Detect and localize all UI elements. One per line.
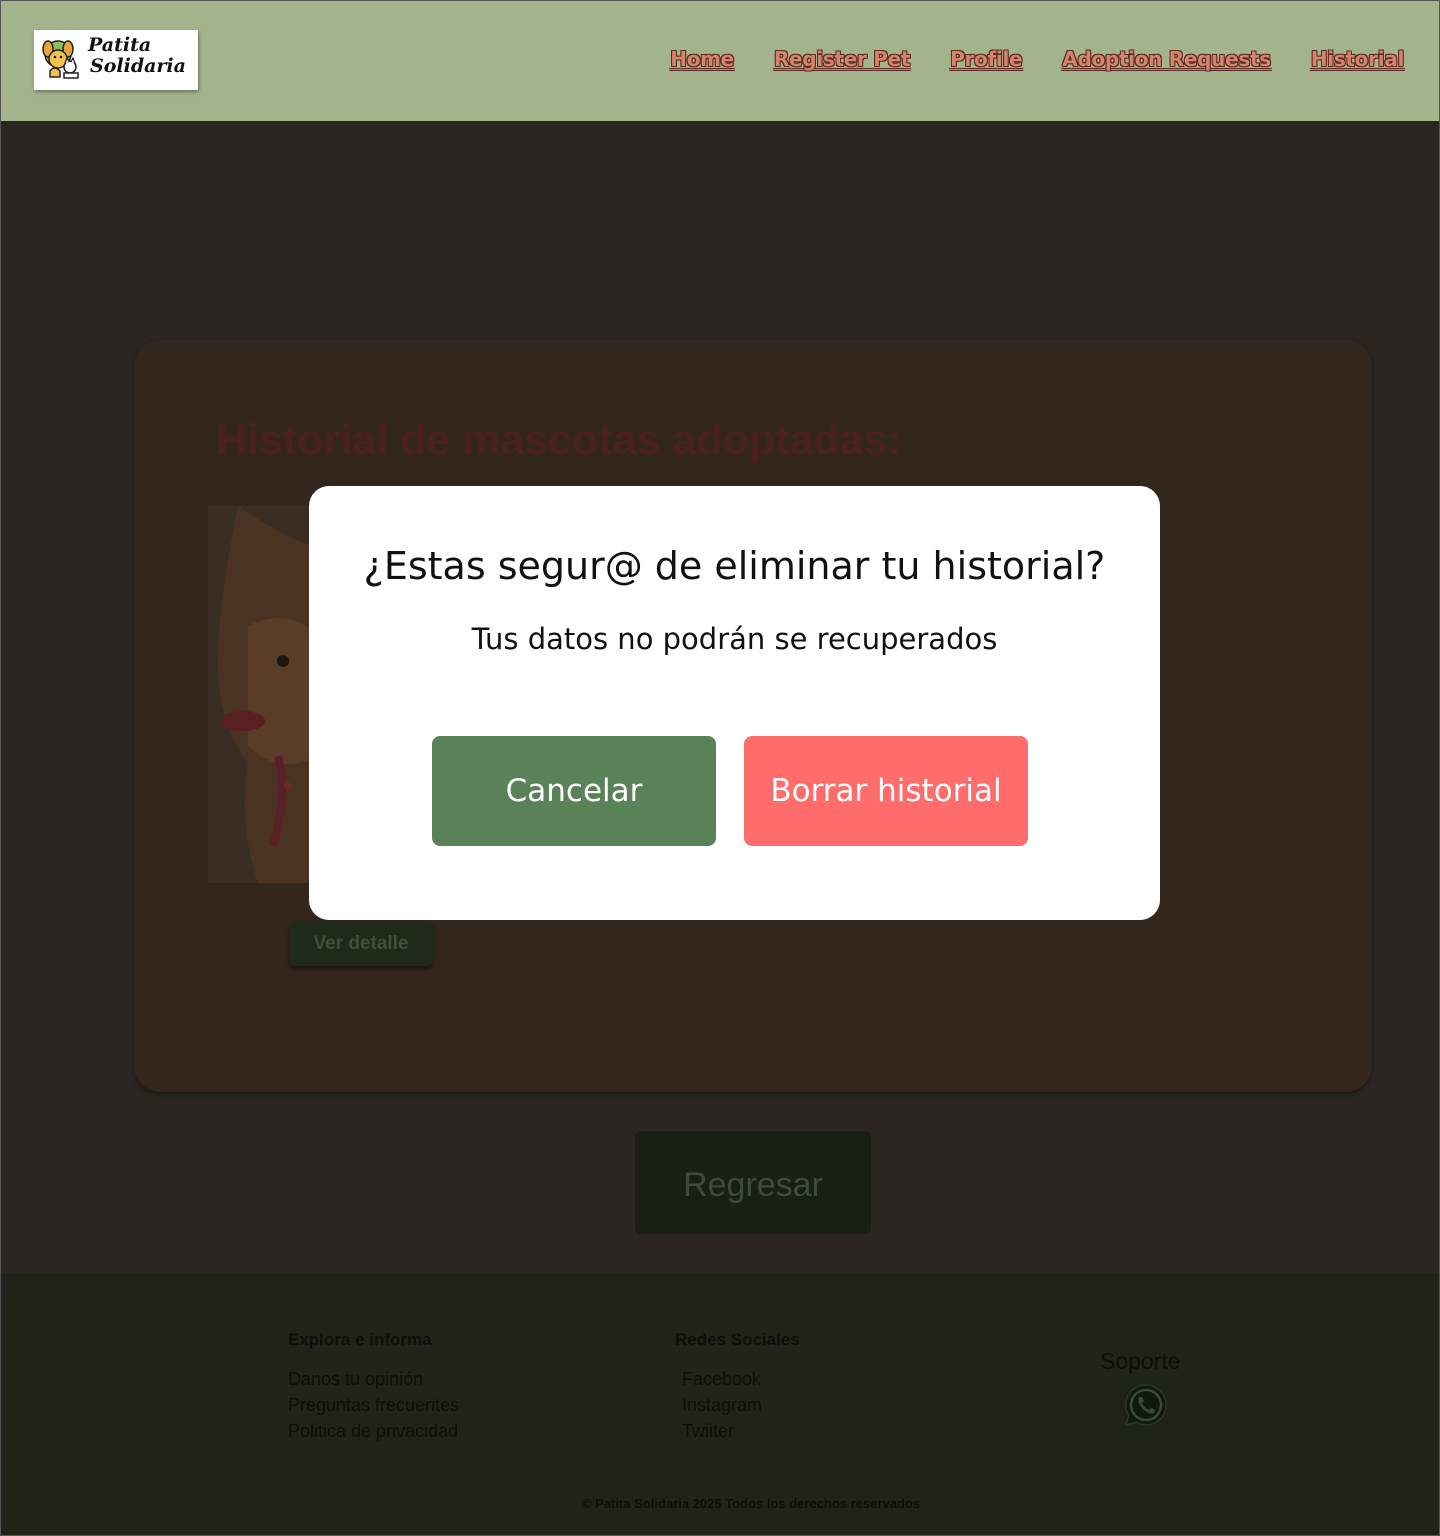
footer-link-faq[interactable]: Preguntas frecuentes bbox=[288, 1392, 459, 1418]
copyright-text: © Patita Solidaria 2025 Todos los derech… bbox=[581, 1496, 921, 1511]
footer-link-instagram[interactable]: Instagram bbox=[682, 1392, 800, 1418]
footer-support-column: Soporte bbox=[1100, 1348, 1181, 1429]
pets-logo-icon bbox=[42, 40, 79, 79]
logo-line-2: Solidaria bbox=[90, 55, 186, 77]
main-nav: Home Register Pet Profile Adoption Reque… bbox=[670, 47, 1404, 71]
footer-support-heading: Soporte bbox=[1100, 1348, 1181, 1374]
footer-link-twitter[interactable]: Twiiter bbox=[682, 1418, 800, 1444]
pet-photo bbox=[208, 506, 318, 883]
delete-history-button[interactable]: Borrar historial bbox=[744, 736, 1028, 846]
nav-profile[interactable]: Profile bbox=[950, 47, 1022, 71]
dog-photo-image bbox=[208, 506, 318, 883]
footer-explore-heading: Explora e informa bbox=[288, 1330, 432, 1349]
page-title: Historial de mascotas adoptadas: bbox=[216, 416, 902, 464]
footer-link-opinion[interactable]: Danos tu opinión bbox=[288, 1366, 459, 1392]
nav-historial[interactable]: Historial bbox=[1311, 47, 1404, 71]
delete-history-modal: ¿Estas segur@ de eliminar tu historial? … bbox=[309, 486, 1160, 920]
modal-title: ¿Estas segur@ de eliminar tu historial? bbox=[363, 544, 1106, 588]
whatsapp-icon[interactable] bbox=[1122, 1381, 1170, 1429]
modal-message: Tus datos no podrán se recuperados bbox=[471, 622, 998, 656]
footer-explore-column: Explora e informa Danos tu opinión Pregu… bbox=[288, 1330, 459, 1444]
cancel-button[interactable]: Cancelar bbox=[432, 736, 716, 846]
logo-wordmark: Patita Solidaria bbox=[88, 35, 186, 77]
logo-line-1: Patita bbox=[88, 34, 152, 56]
footer-social-heading: Redes Sociales bbox=[675, 1330, 800, 1349]
site-header: Patita Solidaria Home Register Pet Profi… bbox=[0, 0, 1440, 121]
site-logo[interactable]: Patita Solidaria bbox=[34, 30, 198, 90]
footer-social-column: Redes Sociales Facebook Instagram Twiite… bbox=[675, 1330, 800, 1444]
nav-register-pet[interactable]: Register Pet bbox=[774, 47, 910, 71]
back-button[interactable]: Regresar bbox=[635, 1131, 871, 1234]
nav-adoption-requests[interactable]: Adoption Requests bbox=[1062, 47, 1271, 71]
footer-link-privacy[interactable]: Politica de privacidad bbox=[288, 1418, 459, 1444]
nav-home[interactable]: Home bbox=[670, 47, 734, 71]
footer-link-facebook[interactable]: Facebook bbox=[682, 1366, 800, 1392]
view-detail-button[interactable]: Ver detalle bbox=[289, 921, 433, 966]
